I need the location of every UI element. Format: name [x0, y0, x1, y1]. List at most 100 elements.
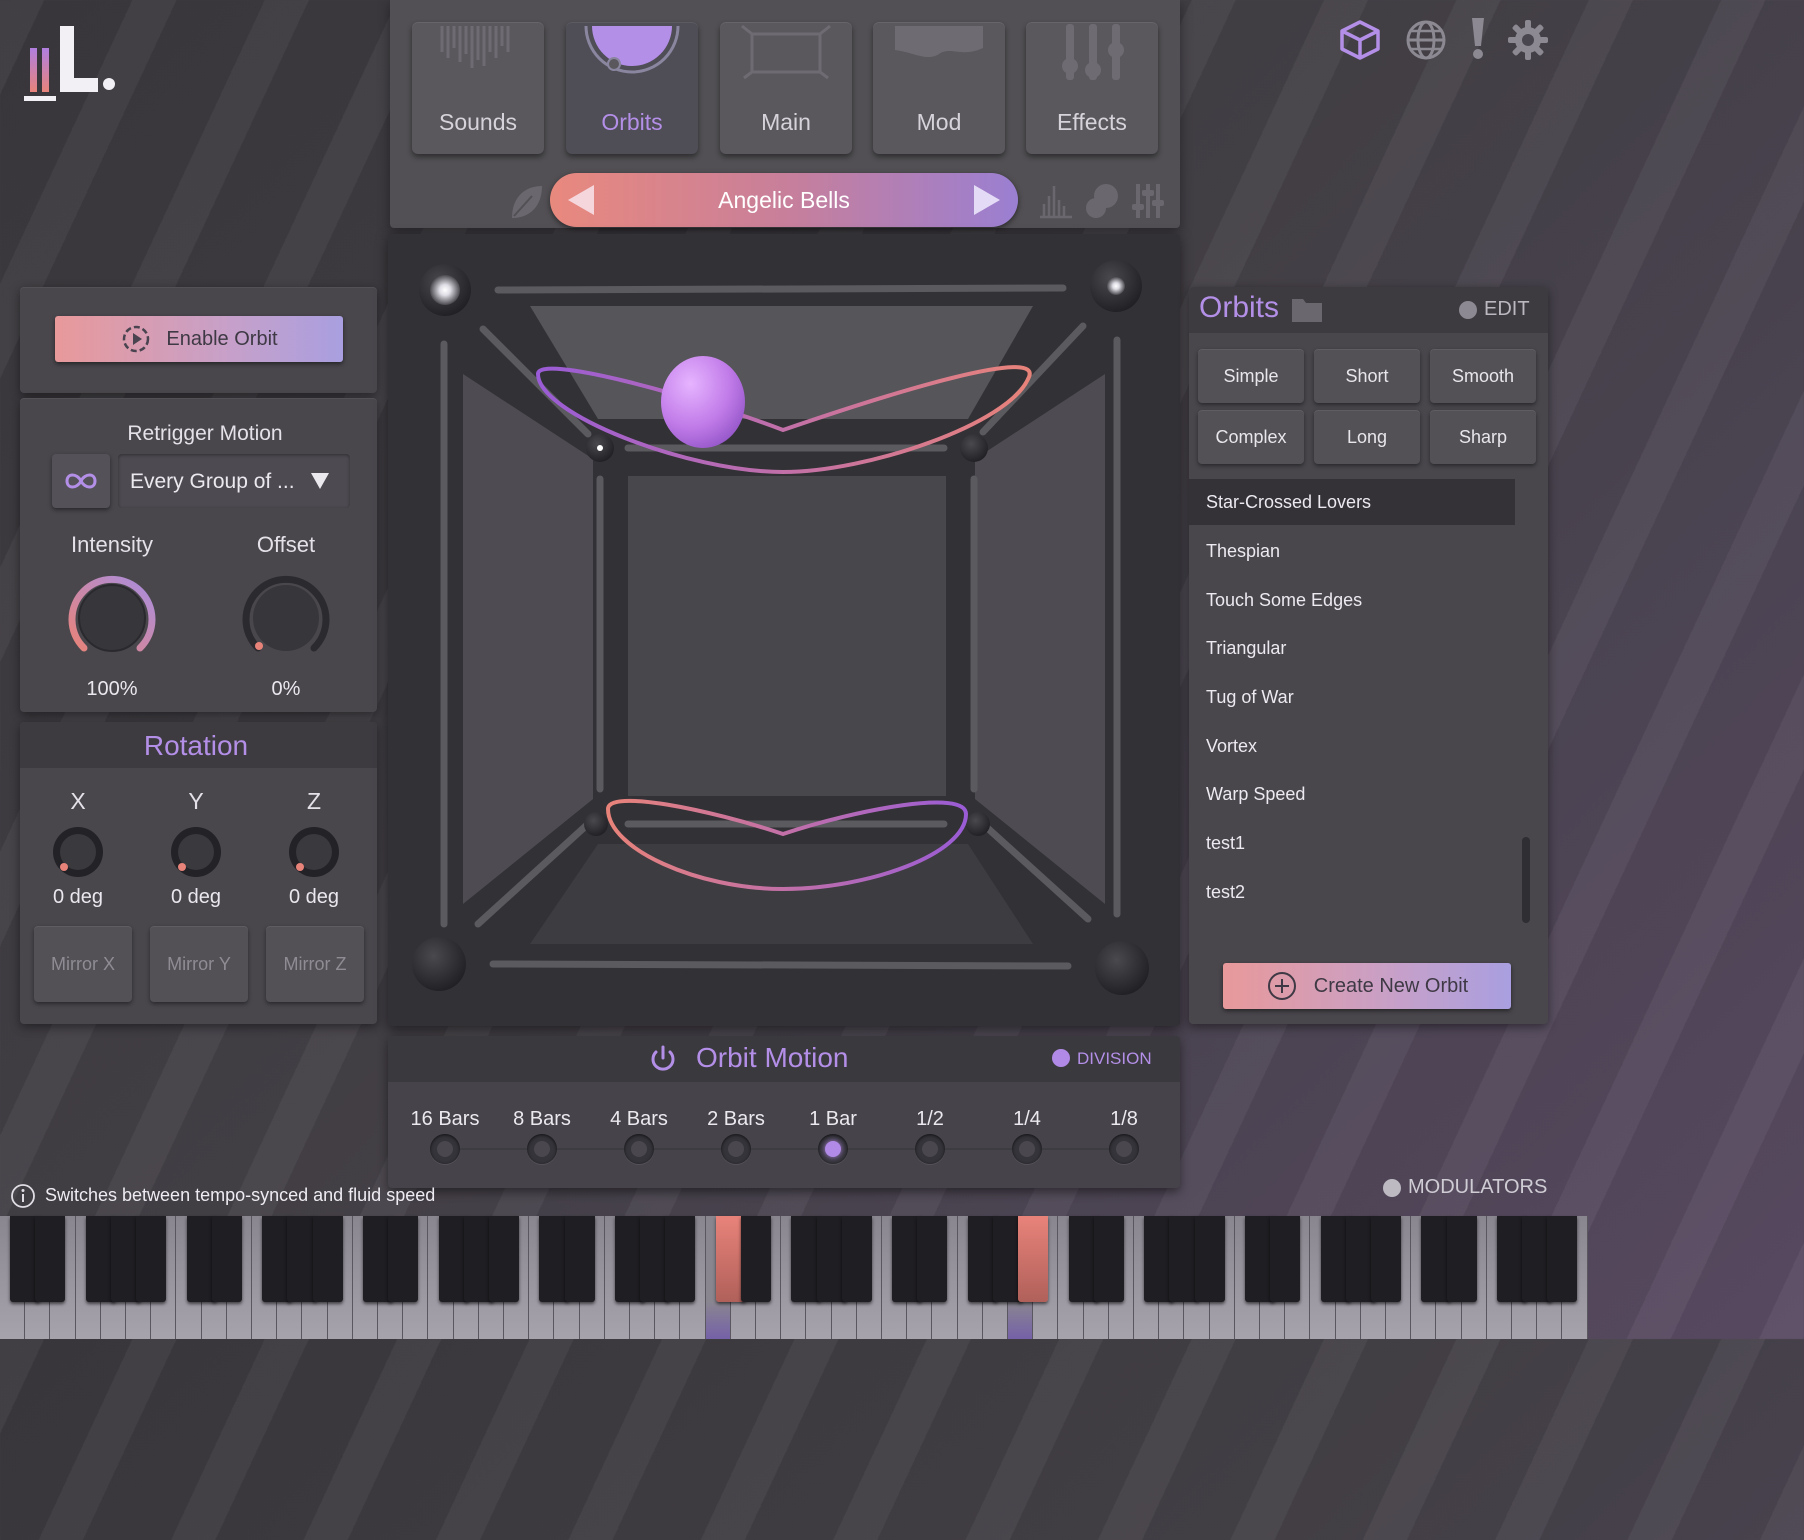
- tab-main[interactable]: Main: [720, 22, 852, 154]
- offset-knob[interactable]: [236, 568, 336, 668]
- division-radio-8-bars[interactable]: [527, 1134, 557, 1164]
- black-key[interactable]: [1194, 1216, 1225, 1302]
- mirror-y-button[interactable]: Mirror Y: [150, 926, 248, 1002]
- infinite-toggle[interactable]: [52, 454, 110, 508]
- effects-icon: [1062, 24, 1124, 80]
- modulators-label[interactable]: MODULATORS: [1408, 1176, 1547, 1199]
- orbit-preset-smooth[interactable]: Smooth: [1430, 349, 1536, 403]
- mixer-icon[interactable]: [1130, 182, 1166, 220]
- division-radio-1-8[interactable]: [1109, 1134, 1139, 1164]
- black-key[interactable]: [1547, 1216, 1578, 1302]
- black-key[interactable]: [1270, 1216, 1301, 1302]
- black-key[interactable]: [1371, 1216, 1401, 1302]
- division-toggle-dot[interactable]: [1052, 1049, 1070, 1067]
- info-icon: [11, 1184, 35, 1208]
- black-key[interactable]: [841, 1216, 872, 1302]
- power-icon[interactable]: [648, 1044, 678, 1074]
- black-key[interactable]: [136, 1216, 167, 1302]
- orbit-list: Star-Crossed Lovers Thespian Touch Some …: [1189, 477, 1529, 937]
- division-radio-1-2[interactable]: [915, 1134, 945, 1164]
- black-key[interactable]: [211, 1216, 242, 1302]
- black-key[interactable]: [1446, 1216, 1477, 1302]
- black-key[interactable]: [312, 1216, 343, 1302]
- division-mode-label[interactable]: DIVISION: [1077, 1049, 1152, 1069]
- rotation-z-knob[interactable]: [286, 824, 342, 880]
- orbit-preset-short[interactable]: Short: [1314, 349, 1420, 403]
- list-item[interactable]: Triangular: [1189, 625, 1515, 671]
- list-item[interactable]: Vortex: [1189, 723, 1515, 769]
- intensity-value: 100%: [86, 678, 138, 700]
- black-key[interactable]: [917, 1216, 948, 1302]
- mirror-z-button[interactable]: Mirror Z: [266, 926, 364, 1002]
- orbit-preset-simple[interactable]: Simple: [1198, 349, 1304, 403]
- modulators-toggle-dot[interactable]: [1383, 1179, 1401, 1197]
- enable-orbit-label: Enable Orbit: [166, 327, 278, 350]
- black-key[interactable]: [1018, 1216, 1049, 1302]
- orbits-panel-title: Orbits: [1199, 291, 1280, 324]
- edit-toggle-dot[interactable]: [1459, 301, 1477, 319]
- rotation-z-value: 0 deg: [288, 886, 340, 908]
- division-radio-4-bars[interactable]: [624, 1134, 654, 1164]
- black-key[interactable]: [1093, 1216, 1124, 1302]
- list-item[interactable]: test1: [1189, 820, 1515, 866]
- bars-icon[interactable]: [1038, 182, 1074, 220]
- orbits-icon: [584, 25, 680, 74]
- orbit-preset-long[interactable]: Long: [1314, 410, 1420, 464]
- rotation-x-knob[interactable]: [50, 824, 106, 880]
- retrigger-select[interactable]: Every Group of ...: [118, 454, 350, 508]
- division-label: 1/2: [916, 1108, 944, 1130]
- mirror-x-button[interactable]: Mirror X: [34, 926, 132, 1002]
- next-preset-icon[interactable]: [970, 183, 1004, 217]
- folder-icon[interactable]: [1291, 295, 1323, 323]
- preset-selector[interactable]: Angelic Bells: [550, 173, 1018, 227]
- division-radio-2-bars[interactable]: [721, 1134, 751, 1164]
- piano-keyboard[interactable]: [0, 1216, 1588, 1339]
- gear-icon[interactable]: [1506, 18, 1550, 62]
- create-new-orbit-label: Create New Orbit: [1313, 974, 1469, 997]
- black-key[interactable]: [665, 1216, 696, 1302]
- list-item[interactable]: Star-Crossed Lovers: [1189, 479, 1515, 525]
- cube-icon[interactable]: [1338, 18, 1382, 62]
- tab-sounds[interactable]: Sounds: [412, 22, 544, 154]
- list-item[interactable]: Warp Speed: [1189, 771, 1515, 817]
- black-key[interactable]: [388, 1216, 419, 1302]
- list-item[interactable]: Tug of War: [1189, 674, 1515, 720]
- rotation-x-value: 0 deg: [52, 886, 104, 908]
- globe-icon[interactable]: [1404, 18, 1448, 62]
- rotation-y-value: 0 deg: [170, 886, 222, 908]
- orbit-visualizer[interactable]: [388, 234, 1180, 1026]
- division-label: 1/8: [1110, 1108, 1138, 1130]
- list-item[interactable]: Touch Some Edges: [1189, 577, 1515, 623]
- intensity-knob[interactable]: [62, 568, 162, 668]
- rotation-y-knob[interactable]: [168, 824, 224, 880]
- list-item[interactable]: Thespian: [1189, 528, 1515, 574]
- offset-label: Offset: [256, 532, 316, 557]
- division-radio-1-bar[interactable]: [818, 1134, 848, 1164]
- edit-label[interactable]: EDIT: [1484, 298, 1530, 321]
- division-label: 8 Bars: [513, 1108, 571, 1130]
- orbit-preset-complex[interactable]: Complex: [1198, 410, 1304, 464]
- create-new-orbit-button[interactable]: Create New Orbit: [1223, 963, 1511, 1009]
- list-item[interactable]: test2: [1189, 869, 1515, 915]
- leaf-icon[interactable]: [508, 182, 544, 222]
- division-radio-1-4[interactable]: [1012, 1134, 1042, 1164]
- tab-effects[interactable]: Effects: [1026, 22, 1158, 154]
- black-key[interactable]: [564, 1216, 595, 1302]
- black-key[interactable]: [489, 1216, 519, 1302]
- alert-icon[interactable]: [1464, 16, 1492, 60]
- orbit-preset-sharp[interactable]: Sharp: [1430, 410, 1536, 464]
- app-logo: [24, 20, 134, 110]
- tab-orbits[interactable]: Orbits: [566, 22, 698, 154]
- offset-value: 0%: [271, 678, 301, 700]
- enable-orbit-button[interactable]: Enable Orbit: [55, 316, 343, 362]
- tab-mod[interactable]: Mod: [873, 22, 1005, 154]
- shape-icon[interactable]: [1084, 182, 1120, 220]
- main-icon: [741, 24, 831, 80]
- black-key[interactable]: [741, 1216, 771, 1302]
- retrigger-select-value: Every Group of ...: [130, 470, 295, 493]
- tab-mod-label: Mod: [916, 109, 962, 135]
- dropdown-arrow-icon: [311, 473, 329, 489]
- division-radio-16-bars[interactable]: [430, 1134, 460, 1164]
- orbit-list-scrollbar[interactable]: [1522, 837, 1530, 923]
- black-key[interactable]: [35, 1216, 66, 1302]
